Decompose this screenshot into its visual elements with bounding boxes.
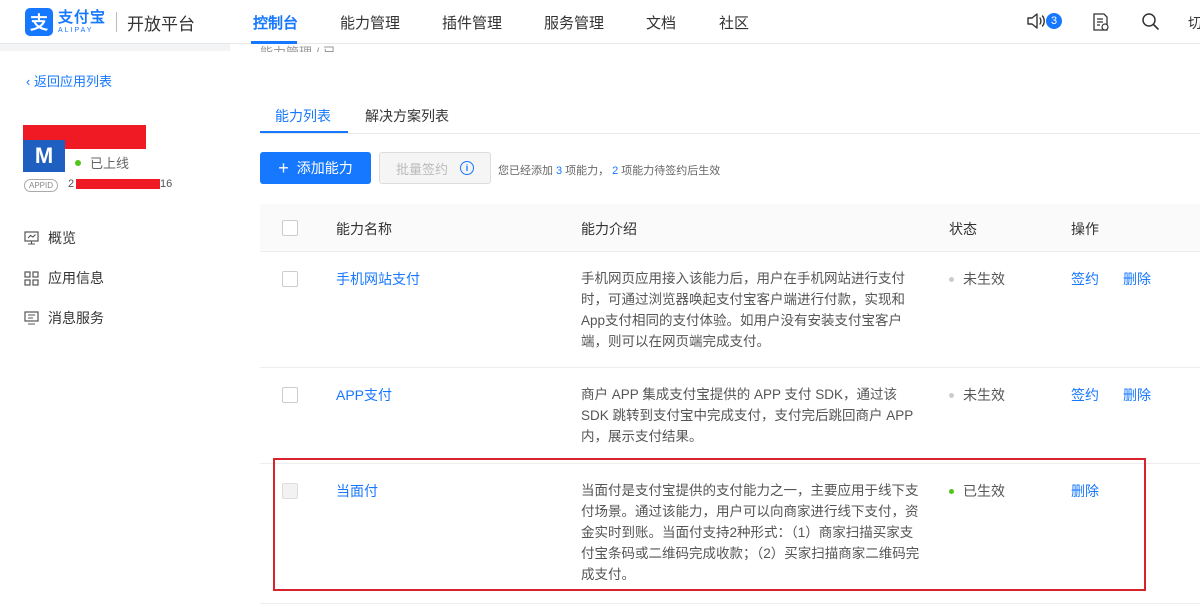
delete-button[interactable]: 删除 bbox=[1123, 269, 1151, 289]
online-status-dot bbox=[75, 159, 81, 166]
nav-community[interactable]: 社区 bbox=[719, 12, 749, 33]
capability-summary: 您已经添加 3 项能力， 2 项能力待签约后生效 bbox=[498, 165, 721, 177]
nav-service-management[interactable]: 服务管理 bbox=[544, 12, 604, 33]
sidebar: ‹ 返回应用列表 M 已上线 APPID 2 16 概览 应用信息 消息服务 bbox=[0, 51, 230, 609]
header-status: 状态 bbox=[949, 221, 977, 237]
monitor-icon bbox=[24, 231, 39, 245]
batch-sign-button[interactable]: 批量签约 i bbox=[379, 152, 491, 184]
alipay-logo-icon: 支 bbox=[25, 8, 53, 36]
add-capability-button[interactable]: + 添加能力 bbox=[260, 152, 371, 184]
sidebar-item-app-info[interactable]: 应用信息 bbox=[24, 268, 104, 288]
alipay-logo[interactable]: 支 支付宝 ALIPAY 开放平台 bbox=[25, 8, 195, 36]
chevron-left-icon: ‹ bbox=[26, 74, 34, 89]
table-header: 能力名称 能力介绍 状态 操作 bbox=[260, 204, 1200, 252]
header-operations: 操作 bbox=[1071, 221, 1099, 237]
nav-overflow-item[interactable]: 切 bbox=[1188, 13, 1200, 33]
capability-name-link[interactable]: 手机网站支付 bbox=[336, 269, 420, 289]
header-capability-intro: 能力介绍 bbox=[581, 221, 637, 237]
back-to-app-list-link[interactable]: ‹ 返回应用列表 bbox=[26, 71, 112, 90]
appid-tag: APPID bbox=[24, 179, 59, 192]
row-checkbox[interactable] bbox=[282, 271, 298, 287]
top-nav: 支 支付宝 ALIPAY 开放平台 控制台 能力管理 插件管理 服务管理 文档 … bbox=[0, 0, 1200, 44]
status-dot bbox=[949, 392, 954, 398]
tab-capability-list[interactable]: 能力列表 bbox=[275, 106, 331, 126]
speaker-icon[interactable] bbox=[1026, 12, 1046, 30]
info-icon[interactable]: i bbox=[460, 161, 474, 175]
capability-intro: 手机网页应用接入该能力后，用户在手机网站进行支付时，可通过浏览器唤起支付宝客户端… bbox=[581, 271, 905, 349]
notification-count-badge[interactable]: 3 bbox=[1046, 13, 1062, 29]
nav-capability-management[interactable]: 能力管理 bbox=[340, 12, 400, 33]
message-icon bbox=[24, 311, 39, 325]
grid-icon bbox=[24, 270, 39, 286]
status-badge: 未生效 bbox=[949, 269, 1005, 289]
row-checkbox[interactable] bbox=[282, 387, 298, 403]
annotation-highlight-box bbox=[273, 458, 1146, 591]
table-row: APP支付 商户 APP 集成支付宝提供的 APP 支付 SDK，通过该 SDK… bbox=[260, 368, 1200, 464]
status-badge: 未生效 bbox=[949, 385, 1005, 405]
document-list-icon[interactable] bbox=[1091, 12, 1111, 32]
tab-solution-list[interactable]: 解决方案列表 bbox=[365, 106, 449, 126]
appid-suffix: 16 bbox=[160, 178, 173, 190]
sidebar-item-overview[interactable]: 概览 bbox=[24, 228, 76, 248]
app-status: 已上线 bbox=[75, 153, 129, 172]
breadcrumb: 能力管理 / 已... bbox=[260, 42, 347, 52]
app-logo: M bbox=[23, 140, 65, 172]
brand-name-en: ALIPAY bbox=[58, 27, 94, 34]
platform-name: 开放平台 bbox=[127, 14, 196, 34]
nav-plugin-management[interactable]: 插件管理 bbox=[442, 12, 502, 33]
plus-icon: + bbox=[278, 158, 289, 178]
capability-intro: 商户 APP 集成支付宝提供的 APP 支付 SDK，通过该 SDK 跳转到支付… bbox=[581, 387, 914, 444]
sign-button[interactable]: 签约 bbox=[1071, 269, 1099, 289]
search-icon[interactable] bbox=[1141, 12, 1160, 31]
redacted-appid bbox=[76, 179, 160, 189]
brand-name-cn: 支付宝 bbox=[58, 9, 107, 26]
tabs-divider bbox=[260, 133, 1200, 134]
status-dot bbox=[949, 276, 954, 282]
appid-prefix: 2 bbox=[68, 178, 75, 190]
nav-docs[interactable]: 文档 bbox=[646, 12, 676, 33]
logo-divider bbox=[116, 12, 118, 32]
select-all-checkbox[interactable] bbox=[282, 220, 298, 236]
table-row: 手机网站支付 手机网页应用接入该能力后，用户在手机网站进行支付时，可通过浏览器唤… bbox=[260, 252, 1200, 368]
delete-button[interactable]: 删除 bbox=[1123, 385, 1151, 405]
header-capability-name: 能力名称 bbox=[336, 221, 392, 237]
nav-console[interactable]: 控制台 bbox=[253, 12, 298, 33]
capability-name-link[interactable]: APP支付 bbox=[336, 385, 392, 405]
sidebar-item-message-service[interactable]: 消息服务 bbox=[24, 308, 104, 328]
sign-button[interactable]: 签约 bbox=[1071, 385, 1099, 405]
